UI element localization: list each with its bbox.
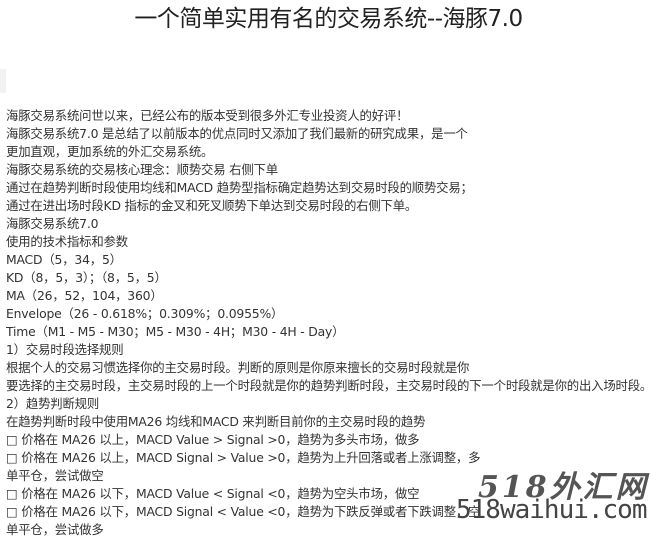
paragraph-line: MA（26，52，104，360）	[6, 288, 163, 303]
article-body: 海豚交易系统问世以来，已经公布的版本受到很多外汇专业投资人的好评！ 海豚交易系统…	[6, 107, 657, 539]
paragraph-line: MACD（5，34，5）	[6, 252, 122, 267]
paragraph-line: 海豚交易系统7.0 是总结了以前版本的优点同时又添加了我们最新的研究成果，是一个	[6, 126, 468, 141]
paragraph-line: 海豚交易系统的交易核心理念：顺势交易 右侧下单	[6, 162, 278, 177]
paragraph-line: Time（M1 - M5 - M30；M5 - M30 - 4H；M30 - 4…	[6, 324, 345, 339]
paragraph-line: 海豚交易系统7.0	[6, 216, 99, 231]
paragraph-line: 通过在趋势判断时段使用均线和MACD 趋势型指标确定趋势达到交易时段的顺势交易；	[6, 180, 473, 195]
paragraph-line: □ 价格在 MA26 以下，MACD Signal < Value <0，趋势为…	[6, 504, 481, 519]
paragraph-line: 要选择的主交易时段，主交易时段的上一个时段就是你的趋势判断时段，主交易时段的下一…	[6, 378, 653, 393]
paragraph-line: □ 价格在 MA26 以上，MACD Signal > Value >0，趋势为…	[6, 450, 481, 465]
side-decoration	[0, 69, 6, 93]
paragraph-line: 单平仓，尝试做多	[6, 522, 104, 537]
paragraph-line: Envelope（26 - 0.618%；0.309%；0.0955%）	[6, 306, 284, 321]
paragraph-line: 2）趋势判断规则	[6, 396, 100, 411]
paragraph-line: □ 价格在 MA26 以上，MACD Value > Signal >0，趋势为…	[6, 432, 420, 447]
paragraph-line: 根据个人的交易习惯选择你的主交易时段。判断的原则是你原来擅长的交易时段就是你	[6, 360, 470, 375]
article-title: 一个简单实用有名的交易系统--海豚7.0	[134, 6, 523, 32]
paragraph-line: 单平仓，尝试做空	[6, 468, 104, 483]
paragraph-line: 通过在进出场时段KD 指标的金叉和死叉顺势下单达到交易时段的右侧下单。	[6, 198, 418, 213]
paragraph-line: KD（8，5，3）；（8，5，5）	[6, 270, 167, 285]
paragraph-line: 在趋势判断时段中使用MA26 均线和MACD 来判断目前你的主交易时段的趋势	[6, 414, 426, 429]
paragraph-line: 1）交易时段选择规则	[6, 342, 124, 357]
paragraph-line: □ 价格在 MA26 以下，MACD Value < Signal <0，趋势为…	[6, 486, 420, 501]
paragraph-line: 更加直观，更加系统的外汇交易系统。	[6, 144, 214, 159]
paragraph-line: 海豚交易系统问世以来，已经公布的版本受到很多外汇专业投资人的好评！	[6, 108, 409, 123]
paragraph-line: 使用的技术指标和参数	[6, 234, 128, 249]
